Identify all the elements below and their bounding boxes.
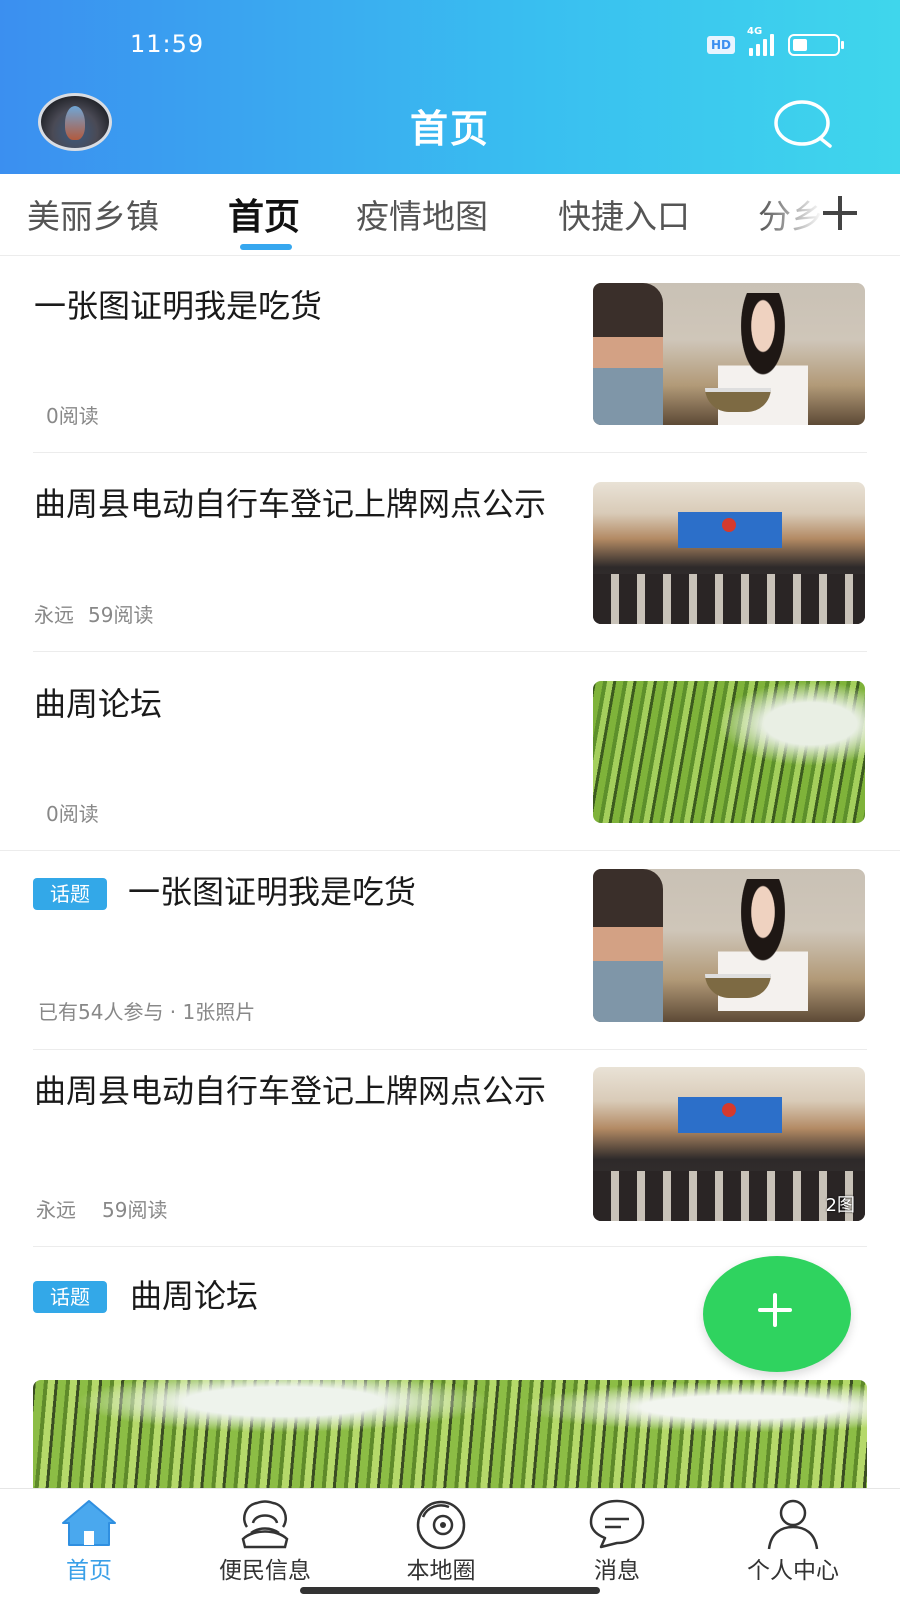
active-tab-indicator bbox=[240, 244, 292, 250]
thumbnail-image bbox=[593, 283, 865, 425]
divider bbox=[33, 1246, 867, 1247]
bottom-nav: 首页 便民信息 本地圈 消息 个人中心 bbox=[0, 1488, 900, 1600]
item-meta: 永远 59阅读 bbox=[36, 1194, 167, 1223]
item-meta: 0阅读 bbox=[46, 802, 99, 826]
local-circle-icon bbox=[416, 1500, 466, 1550]
topic-badge: 话题 bbox=[33, 878, 107, 910]
channel-tabs: 美丽乡镇 首页 疫情地图 快捷入口 分乡 bbox=[0, 174, 900, 256]
section-divider bbox=[0, 850, 900, 851]
item-meta: 永远 59阅读 bbox=[34, 599, 153, 628]
image-count: 2图 bbox=[825, 1195, 855, 1216]
nav-label: 消息 bbox=[594, 1558, 640, 1584]
thumbnail-image bbox=[593, 869, 865, 1022]
tab-beautiful-towns[interactable]: 美丽乡镇 bbox=[27, 190, 159, 238]
plus-icon bbox=[758, 1293, 792, 1327]
item-title: 一张图证明我是吃货 bbox=[34, 287, 323, 325]
add-tab-icon[interactable] bbox=[820, 193, 860, 233]
item-meta: 已有54人参与 · 1张照片 bbox=[38, 1000, 256, 1024]
item-author: 永远 bbox=[34, 603, 74, 627]
item-reads: 59阅读 bbox=[102, 1198, 168, 1222]
topic-badge: 话题 bbox=[33, 1281, 107, 1313]
nav-label: 个人中心 bbox=[747, 1558, 839, 1584]
thumbnail-image bbox=[593, 681, 865, 823]
nav-label: 本地圈 bbox=[406, 1558, 476, 1584]
nav-label: 便民信息 bbox=[219, 1558, 311, 1584]
tab-home[interactable]: 首页 bbox=[228, 188, 300, 240]
person-icon bbox=[767, 1499, 819, 1550]
list-item[interactable]: 曲周县电动自行车登记上牌网点公示 永远 59阅读 2图 bbox=[0, 0, 900, 1222]
item-meta: 0阅读 bbox=[46, 404, 99, 428]
home-indicator[interactable] bbox=[300, 1587, 600, 1594]
item-reads: 59阅读 bbox=[88, 603, 154, 627]
divider bbox=[33, 651, 867, 652]
item-title: 曲周论坛 bbox=[34, 685, 163, 723]
divider bbox=[33, 452, 867, 453]
item-title: 曲周论坛 bbox=[130, 1277, 259, 1315]
divider bbox=[33, 1049, 867, 1050]
thumbnail-image bbox=[593, 482, 865, 624]
tab-quick-entry[interactable]: 快捷入口 bbox=[558, 190, 690, 238]
topic-image bbox=[33, 1380, 867, 1488]
thumbnail-image: 2图 bbox=[593, 1067, 865, 1221]
item-title: 一张图证明我是吃货 bbox=[128, 873, 417, 911]
service-icon bbox=[241, 1500, 289, 1549]
tab-epidemic-map[interactable]: 疫情地图 bbox=[356, 190, 488, 238]
message-icon bbox=[589, 1499, 645, 1549]
item-title: 曲周县电动自行车登记上牌网点公示 bbox=[34, 1072, 547, 1110]
item-title: 曲周县电动自行车登记上牌网点公示 bbox=[34, 485, 547, 523]
home-icon bbox=[62, 1500, 116, 1546]
nav-label: 首页 bbox=[66, 1558, 112, 1584]
item-author: 永远 bbox=[36, 1198, 76, 1222]
